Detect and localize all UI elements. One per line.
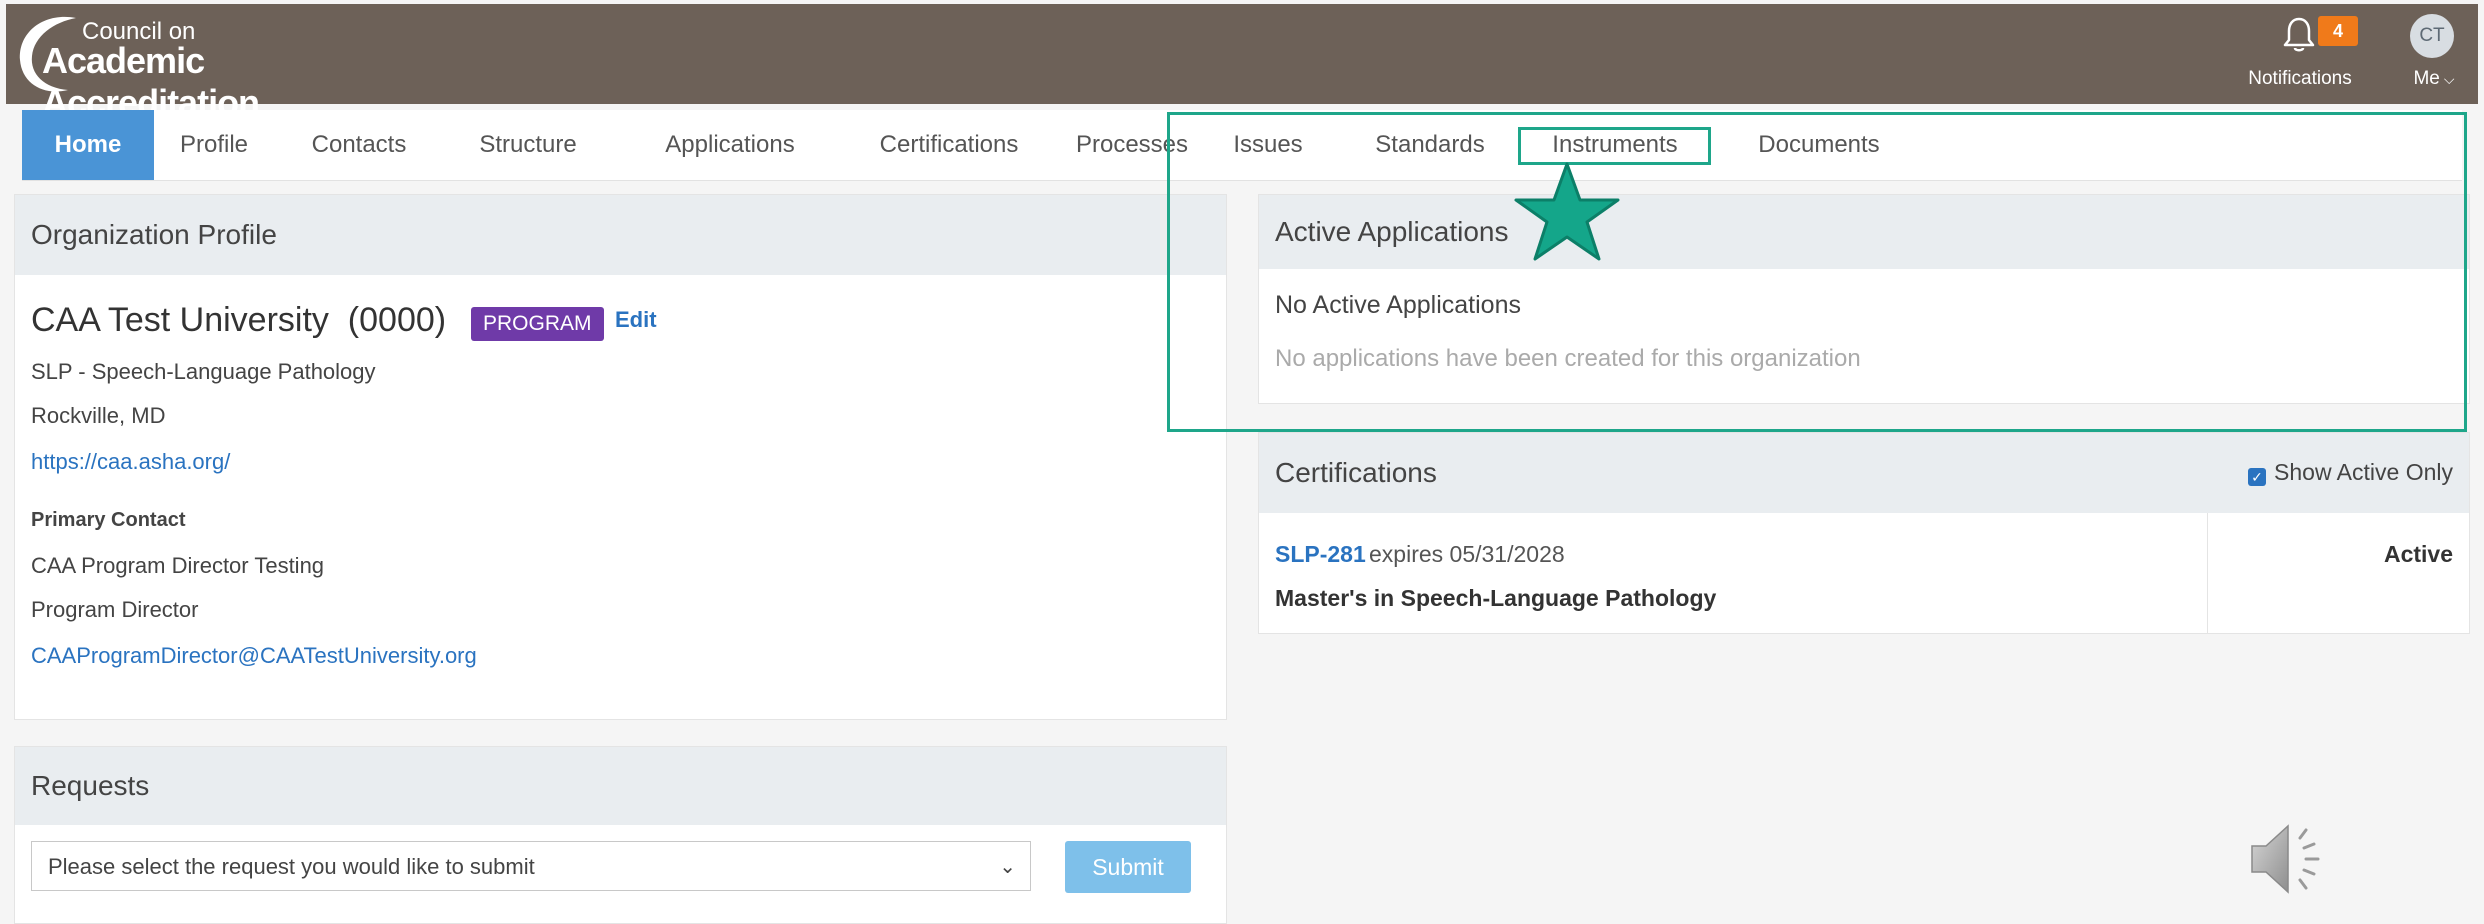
tab-contacts[interactable]: Contacts [294,110,424,180]
user-menu-label: Me ⌵ [2413,68,2455,89]
star-icon [1514,162,1620,261]
show-active-only-checkbox[interactable]: ✓ Show Active Only [2248,459,2453,486]
submit-button[interactable]: Submit [1065,841,1191,893]
chevron-down-icon: ⌵ [2443,71,2455,87]
panel-title: Organization Profile [15,195,1226,275]
primary-contact-label: Primary Contact [31,509,186,531]
notifications-label: Notifications [2248,68,2352,89]
certification-expiry: expires 05/31/2028 [1369,541,1565,567]
program-badge: PROGRAM [471,307,604,341]
notifications-button[interactable]: 4 Notifications [2230,10,2370,96]
tab-structure[interactable]: Structure [450,110,606,180]
tab-applications[interactable]: Applications [630,110,830,180]
caa-logo[interactable]: Council on Academic Accreditation [14,12,374,123]
certifications-panel: Certifications ✓ Show Active Only SLP-281… [1258,432,2470,634]
organization-name: CAA Test University (0000) [31,301,447,339]
request-select[interactable]: Please select the request you would like… [31,841,1031,891]
organization-location: Rockville, MD [31,403,166,428]
tab-home[interactable]: Home [22,110,154,180]
notification-count-badge: 4 [2318,16,2358,46]
organization-url-link[interactable]: https://caa.asha.org/ [31,449,230,475]
chevron-down-icon: ⌄ [999,856,1016,878]
column-divider [2207,513,2208,633]
highlight-box [1167,112,2467,432]
contact-email-link[interactable]: CAAProgramDirector@CAATestUniversity.org [31,643,477,669]
certification-name: Master's in Speech-Language Pathology [1275,585,1717,611]
contact-title: Program Director [31,597,199,622]
organization-profile-panel: Organization Profile CAA Test University… [14,194,1227,720]
user-menu[interactable]: CT Me ⌵ [2394,10,2474,96]
edit-link[interactable]: Edit [615,307,657,333]
avatar: CT [2410,14,2454,58]
program-name: SLP - Speech-Language Pathology [31,359,376,384]
bell-icon [2283,17,2315,52]
panel-title: Requests [15,747,1226,825]
requests-panel: Requests Please select the request you w… [14,746,1227,924]
tab-profile[interactable]: Profile [162,110,266,180]
show-active-only-label: Show Active Only [2274,459,2453,485]
request-select-value: Please select the request you would like… [48,854,535,879]
speaker-icon[interactable] [2246,814,2336,904]
certification-code-link[interactable]: SLP-281 [1275,541,1366,568]
contact-name: CAA Program Director Testing [31,553,325,578]
tab-certifications[interactable]: Certifications [848,110,1050,180]
checkbox-checked-icon: ✓ [2248,468,2267,486]
top-header: Council on Academic Accreditation 4 Noti… [6,4,2478,123]
certification-status: Active [2383,541,2453,567]
